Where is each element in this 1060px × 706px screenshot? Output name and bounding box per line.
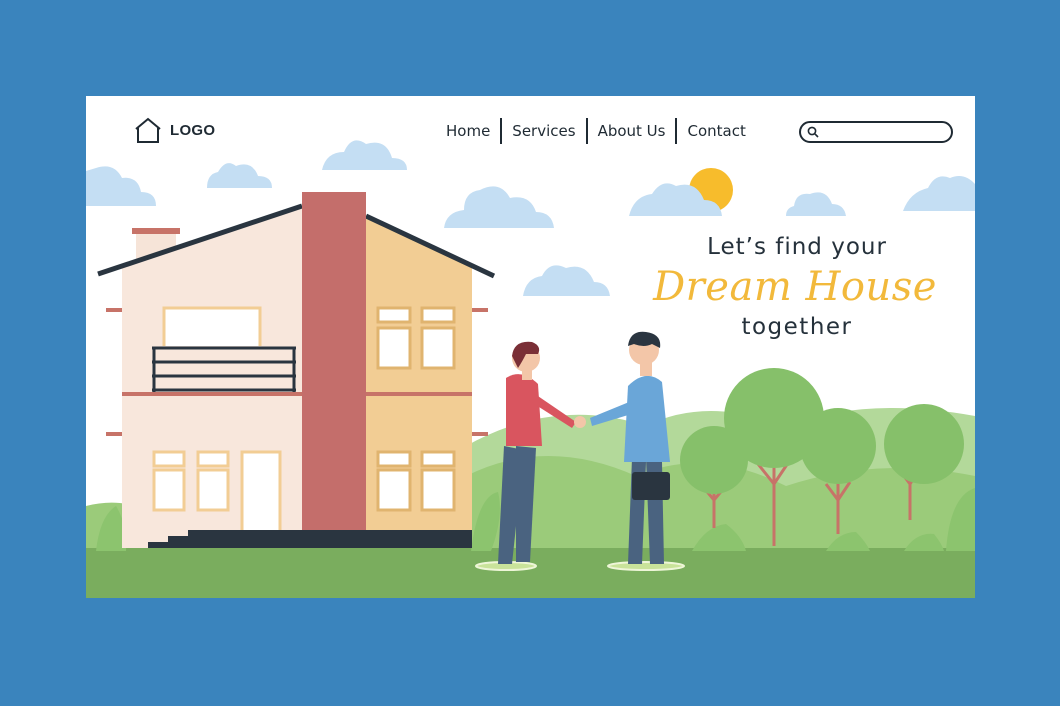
nav-services[interactable]: Services	[502, 122, 585, 140]
nav-home[interactable]: Home	[436, 122, 500, 140]
landing-page: LOGO Home Services About Us Contact Let’…	[86, 96, 975, 598]
ground	[86, 548, 975, 598]
logo-text: LOGO	[170, 121, 216, 139]
hero-line-1: Let’s find your	[707, 234, 887, 260]
hero-illustration	[86, 140, 975, 598]
hero-headline: Dream House	[653, 264, 937, 310]
house-outline-icon	[135, 117, 161, 143]
nav-contact[interactable]: Contact	[677, 122, 755, 140]
search-icon	[807, 126, 819, 138]
hero-line-3: together	[741, 314, 853, 340]
house	[97, 192, 496, 548]
search-box[interactable]	[799, 121, 953, 143]
search-input[interactable]	[823, 124, 941, 140]
logo[interactable]: LOGO	[134, 116, 215, 144]
main-nav: Home Services About Us Contact	[436, 116, 756, 146]
nav-about-us[interactable]: About Us	[588, 122, 676, 140]
